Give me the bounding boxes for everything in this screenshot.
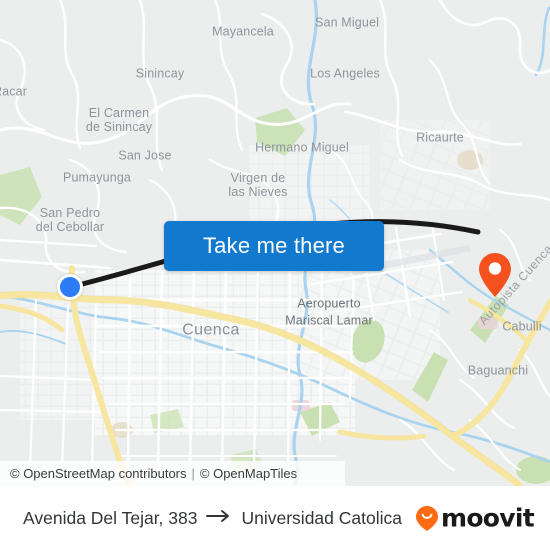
arrow-right-icon (206, 509, 232, 528)
origin-marker[interactable] (57, 274, 83, 300)
take-me-there-button[interactable]: Take me there (164, 221, 384, 271)
take-me-there-label: Take me there (202, 233, 345, 258)
moovit-pin-icon (415, 505, 438, 531)
attribution-separator: | (191, 466, 195, 481)
trip-summary: Avenida Del Tejar, 383 Universidad Catol… (23, 508, 402, 529)
osm-attribution-link[interactable]: © OpenStreetMap contributors (10, 466, 187, 481)
trip-origin-label: Avenida Del Tejar, 383 (23, 507, 198, 528)
openmaptiles-attribution-link[interactable]: © OpenMapTiles (200, 466, 297, 481)
moovit-logo[interactable]: moovit (414, 503, 535, 533)
map-attribution: © OpenStreetMap contributors | © OpenMap… (0, 461, 345, 486)
map-canvas[interactable]: Mayancela San Miguel Sinincay Los Angele… (0, 0, 550, 486)
moovit-trip-map-screenshot: Mayancela San Miguel Sinincay Los Angele… (0, 0, 550, 550)
moovit-wordmark: moovit (440, 503, 535, 533)
trip-footer: Avenida Del Tejar, 383 Universidad Catol… (0, 486, 550, 550)
map-pin-icon (479, 253, 511, 297)
trip-destination-label: Universidad Catolica (241, 507, 402, 528)
